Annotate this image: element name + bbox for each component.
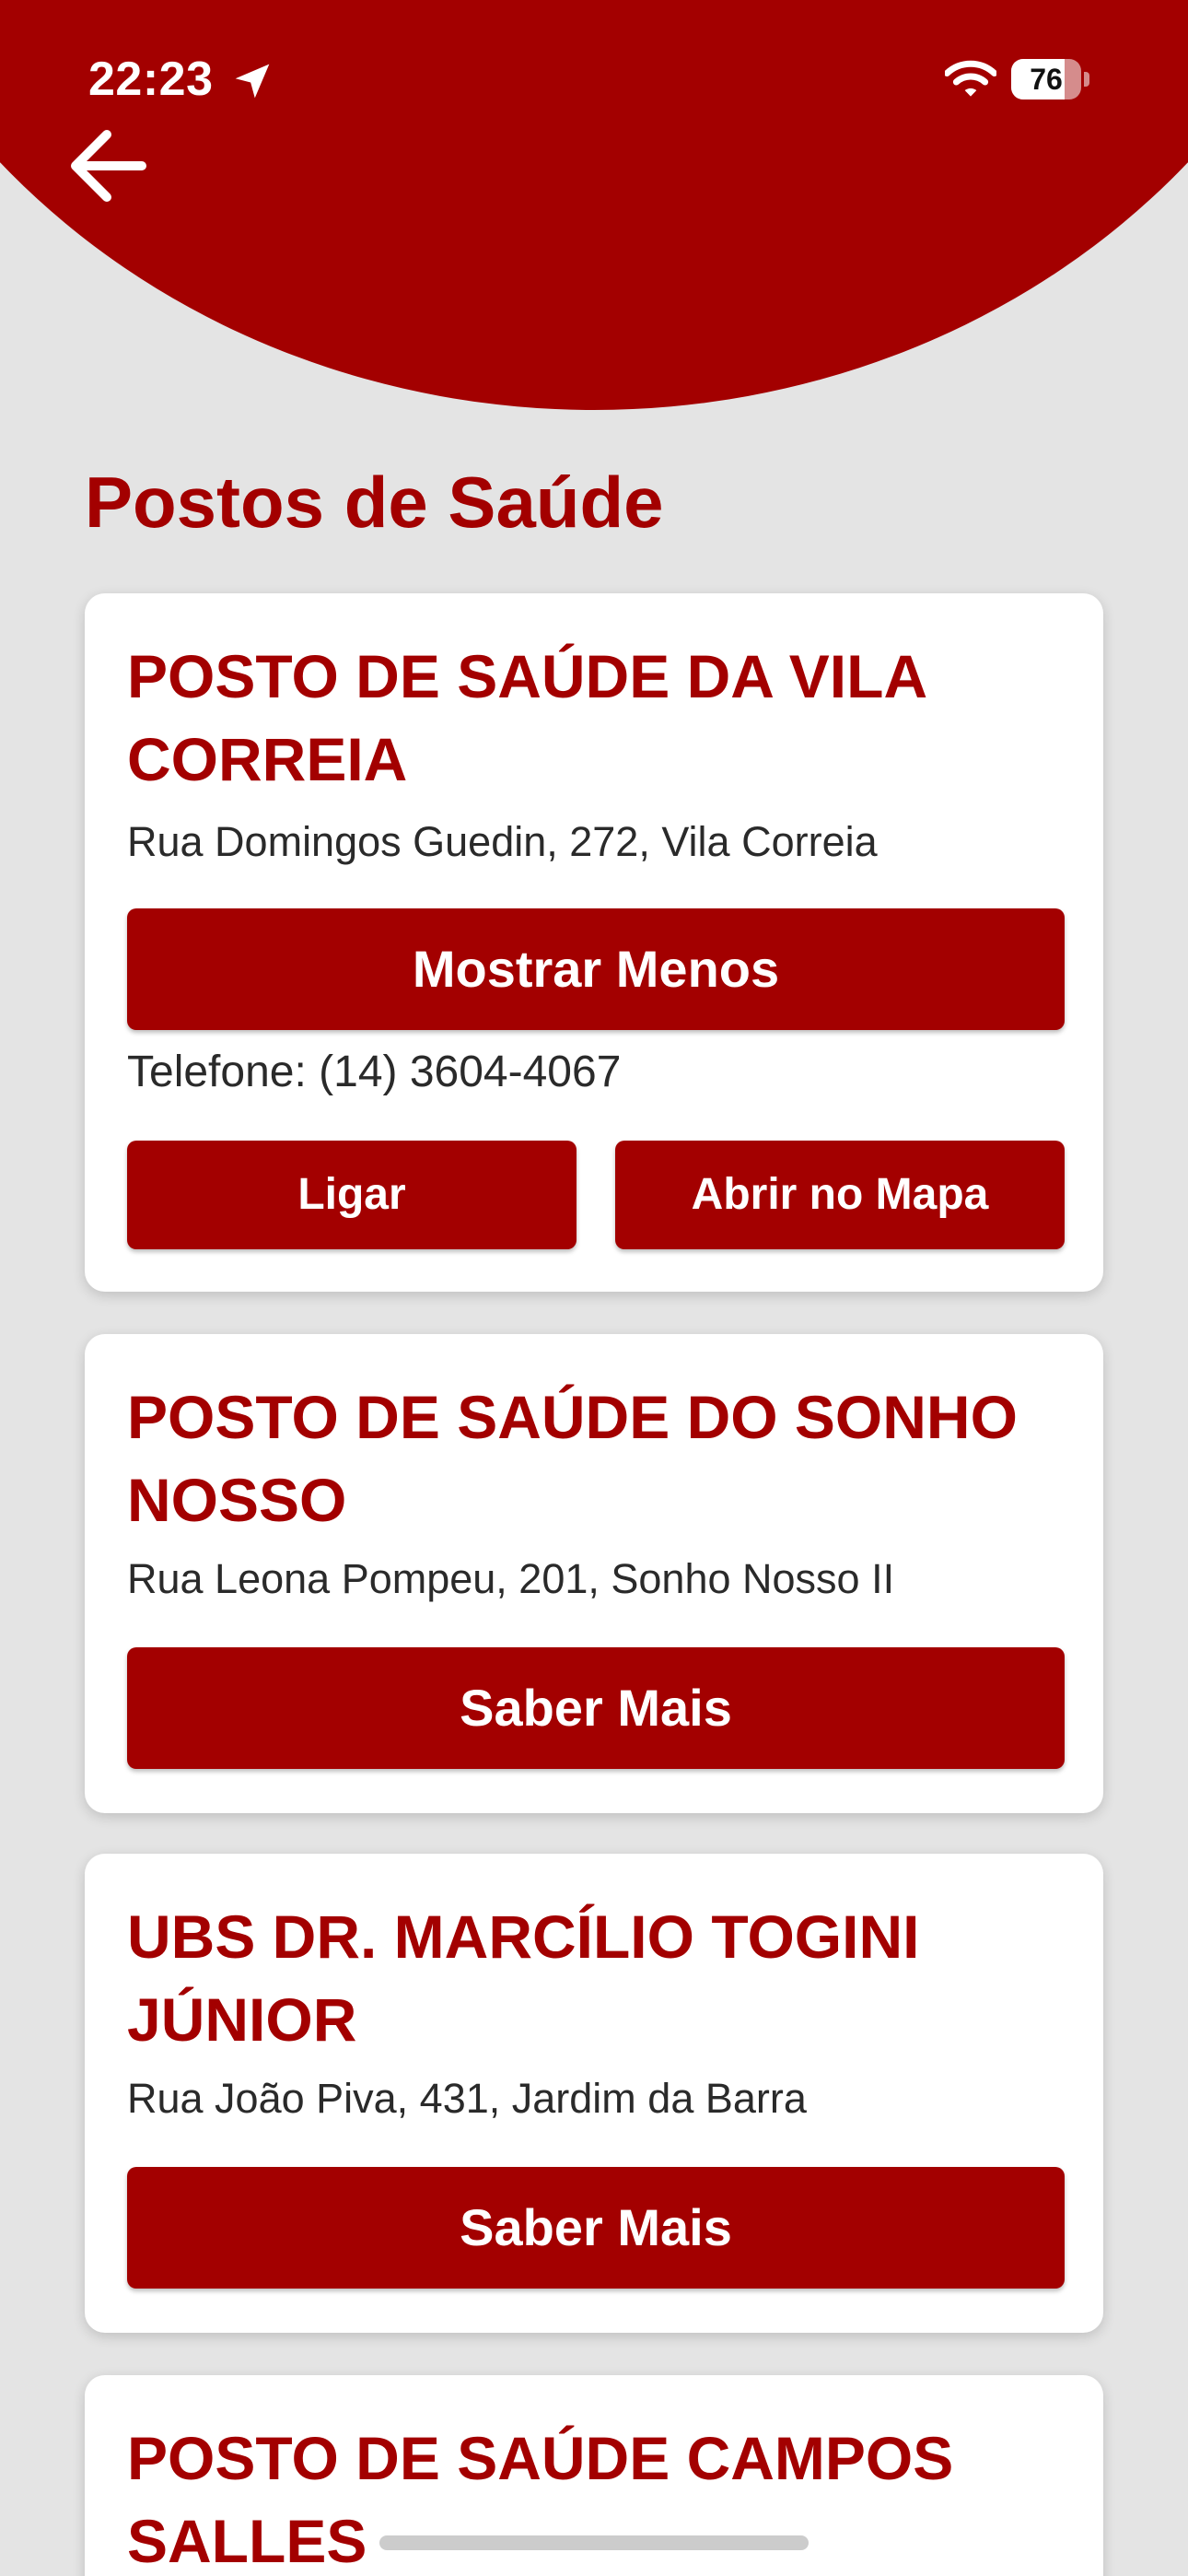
open-map-button[interactable]: Abrir no Mapa (615, 1141, 1065, 1249)
health-post-phone: Telefone: (14) 3604-4067 (127, 1048, 622, 1096)
health-post-address: Rua Domingos Guedin, 272, Vila Correia (127, 818, 878, 865)
app-screen: 22:23 76 Postos de Saúde POSTO DE SAÚDE … (0, 0, 1188, 2576)
battery-body: 76 (1011, 59, 1081, 100)
health-post-card: UBS DR. MARCÍLIO TOGINI JÚNIOR Rua João … (85, 1854, 1103, 2333)
battery-icon: 76 (1011, 59, 1090, 100)
health-post-name: POSTO DE SAÚDE DA VILA CORREIA (127, 642, 926, 793)
battery-level: 76 (1030, 63, 1063, 96)
learn-more-button[interactable]: Saber Mais (127, 2167, 1065, 2289)
show-less-button[interactable]: Mostrar Menos (127, 908, 1065, 1030)
health-post-address: Rua João Piva, 431, Jardim da Barra (127, 2075, 807, 2122)
arrow-left-icon (71, 130, 146, 202)
battery-cap (1084, 72, 1089, 87)
wifi-icon (945, 60, 996, 97)
home-indicator (379, 2535, 809, 2550)
back-button[interactable] (66, 127, 151, 205)
health-post-card: POSTO DE SAÚDE DA VILA CORREIA Rua Domin… (85, 593, 1103, 1292)
health-post-name: UBS DR. MARCÍLIO TOGINI JÚNIOR (127, 1903, 920, 2054)
location-arrow-icon (235, 64, 270, 99)
health-post-address: Rua Leona Pompeu, 201, Sonho Nosso II (127, 1555, 895, 1602)
health-post-card: POSTO DE SAÚDE DO SONHO NOSSO Rua Leona … (85, 1334, 1103, 1813)
call-button[interactable]: Ligar (127, 1141, 577, 1249)
page-title: Postos de Saúde (85, 462, 664, 543)
health-post-name: POSTO DE SAÚDE CAMPOS SALLES (127, 2424, 954, 2575)
health-post-name: POSTO DE SAÚDE DO SONHO NOSSO (127, 1383, 1018, 1534)
status-time: 22:23 (88, 53, 214, 106)
learn-more-button[interactable]: Saber Mais (127, 1647, 1065, 1769)
